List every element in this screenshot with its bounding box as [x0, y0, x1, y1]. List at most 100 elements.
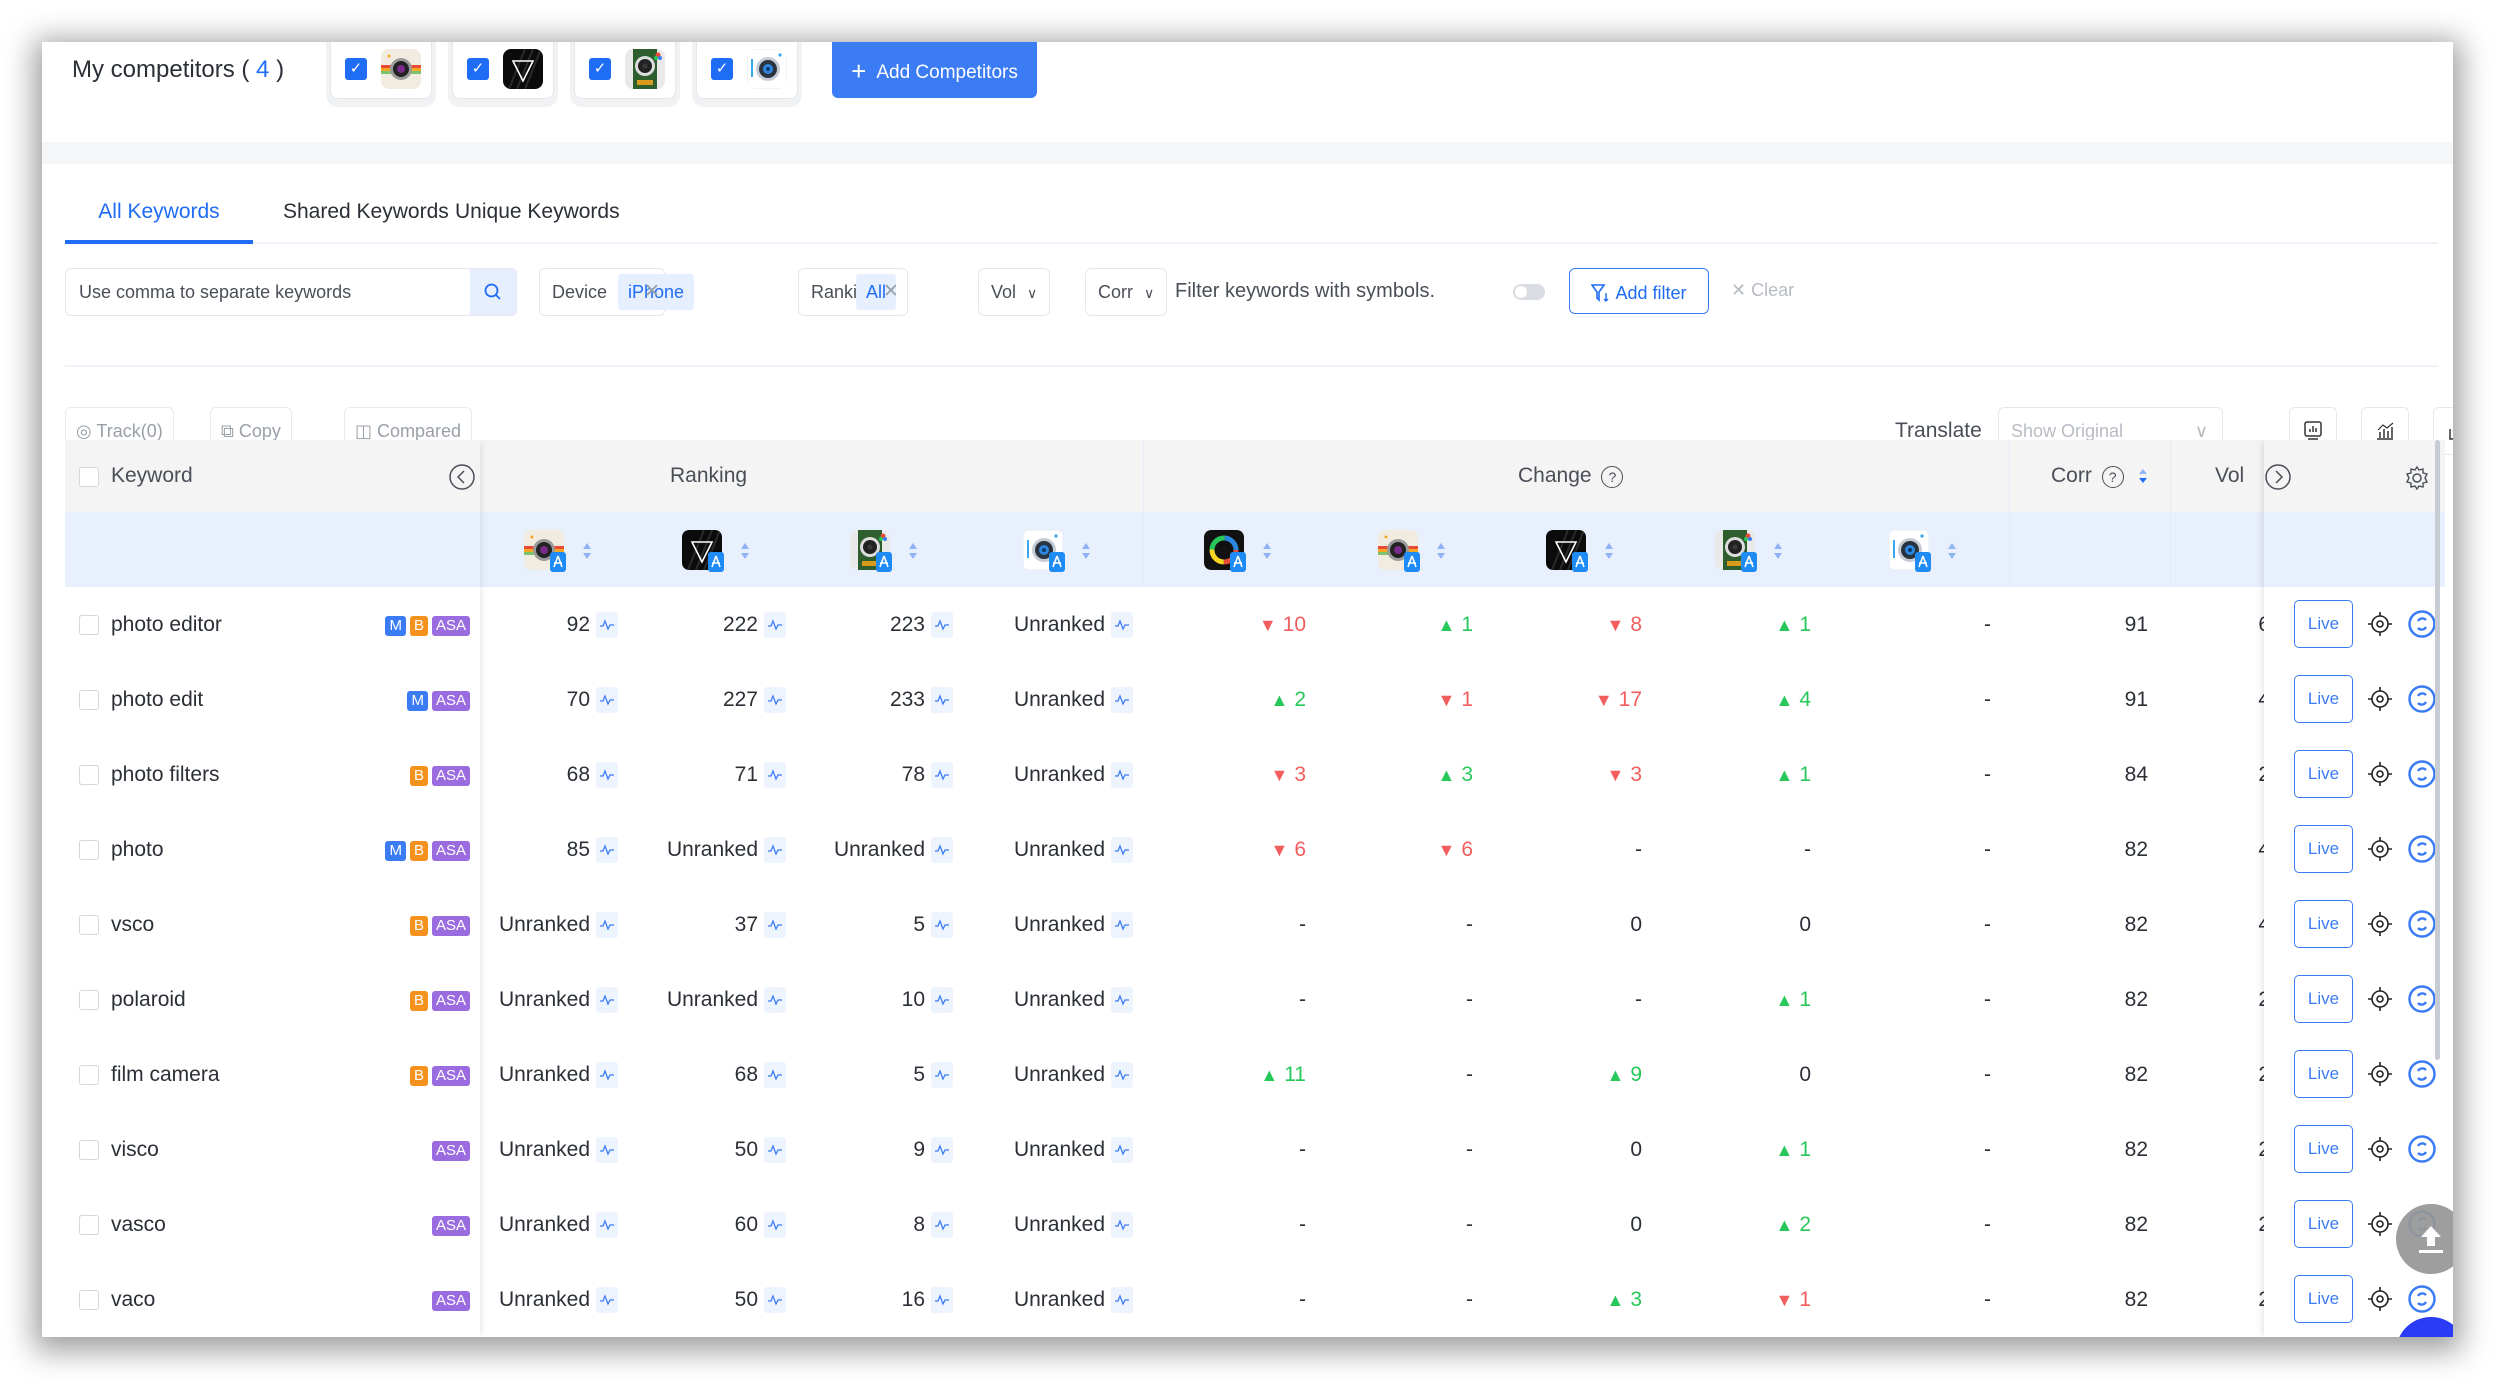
tab-shared-keywords[interactable]: Shared Keywords: [283, 192, 449, 240]
trend-chart-icon[interactable]: [1111, 1287, 1133, 1314]
competitor-checkbox[interactable]: ✓: [711, 58, 733, 80]
trend-chart-icon[interactable]: [764, 687, 786, 714]
trend-chart-icon[interactable]: [596, 612, 618, 639]
select-all-checkbox[interactable]: [79, 467, 99, 487]
table-row[interactable]: photo M B ASA 85 Unranked Unranked Unranked ▼ 6 ▼ 6…: [65, 812, 2445, 889]
track-target-icon[interactable]: [2367, 1211, 2393, 1242]
tab-unique-keywords[interactable]: Unique Keywords: [455, 192, 620, 240]
trend-chart-icon[interactable]: [931, 987, 953, 1014]
trend-chart-icon[interactable]: [596, 1062, 618, 1089]
track-target-icon[interactable]: [2367, 911, 2393, 942]
trend-chart-icon[interactable]: [764, 612, 786, 639]
live-button[interactable]: Live: [2294, 900, 2353, 948]
change-app-header-2[interactable]: [1546, 530, 1616, 574]
trend-chart-icon[interactable]: [931, 612, 953, 639]
trend-chart-icon[interactable]: [764, 1212, 786, 1239]
track-target-icon[interactable]: [2367, 836, 2393, 867]
ranking-filter-chip[interactable]: Ranking All ✕: [798, 268, 908, 316]
table-row[interactable]: photo filters B ASA 68 71 78 Unranked ▼ 3 ▲ 3 ▼ 3 ▲ 1-…: [65, 737, 2445, 814]
table-vertical-scrollbar[interactable]: [2435, 440, 2440, 1060]
trend-chart-icon[interactable]: [764, 912, 786, 939]
change-app-header-1[interactable]: [1378, 530, 1448, 574]
trend-chart-icon[interactable]: [1111, 612, 1133, 639]
collapse-left-icon[interactable]: [448, 463, 476, 491]
keyword-search-input[interactable]: [66, 269, 461, 315]
refresh-icon[interactable]: [2407, 984, 2437, 1019]
device-filter-chip[interactable]: Device iPhone ✕: [539, 268, 695, 316]
trend-chart-icon[interactable]: [931, 762, 953, 789]
table-row[interactable]: photo editor M B ASA 92 222 223 Unranked ▼ 10 ▲ 1 ▼ 8…: [65, 587, 2445, 664]
refresh-icon[interactable]: [2407, 684, 2437, 719]
sort-icon[interactable]: [582, 542, 592, 560]
trend-chart-icon[interactable]: [931, 1062, 953, 1089]
help-icon[interactable]: ?: [1601, 466, 1624, 488]
corr-column-header[interactable]: Corr ?: [2051, 464, 2148, 488]
search-button[interactable]: [470, 269, 516, 315]
trend-chart-icon[interactable]: [1111, 1212, 1133, 1239]
trend-chart-icon[interactable]: [931, 1137, 953, 1164]
trend-chart-icon[interactable]: [764, 1062, 786, 1089]
refresh-icon[interactable]: [2407, 834, 2437, 869]
trend-chart-icon[interactable]: [596, 1137, 618, 1164]
chat-support-button[interactable]: [2396, 1317, 2453, 1337]
ranking-app-header-1[interactable]: [682, 530, 752, 574]
refresh-icon[interactable]: [2407, 609, 2437, 644]
trend-chart-icon[interactable]: [764, 837, 786, 864]
live-button[interactable]: Live: [2294, 825, 2353, 873]
track-target-icon[interactable]: [2367, 686, 2393, 717]
remove-device-filter-icon[interactable]: ✕: [644, 280, 660, 303]
competitor-checkbox[interactable]: ✓: [467, 58, 489, 80]
trend-chart-icon[interactable]: [764, 1287, 786, 1314]
track-target-icon[interactable]: [2367, 761, 2393, 792]
sort-icon[interactable]: [740, 542, 750, 560]
back-to-top-button[interactable]: [2396, 1204, 2453, 1274]
track-target-icon[interactable]: [2367, 1286, 2393, 1317]
ranking-app-header-0[interactable]: [524, 530, 594, 574]
sort-icon[interactable]: [1604, 542, 1614, 560]
help-icon[interactable]: ?: [2101, 466, 2124, 488]
trend-chart-icon[interactable]: [596, 1212, 618, 1239]
sort-icon[interactable]: [1947, 542, 1957, 560]
corr-dropdown[interactable]: Corr ∨: [1085, 268, 1168, 316]
sort-icon[interactable]: [1081, 542, 1091, 560]
trend-chart-icon[interactable]: [1111, 1137, 1133, 1164]
trend-chart-icon[interactable]: [931, 687, 953, 714]
trend-chart-icon[interactable]: [1111, 687, 1133, 714]
trend-chart-icon[interactable]: [931, 912, 953, 939]
sort-icon[interactable]: [908, 542, 918, 560]
live-button[interactable]: Live: [2294, 675, 2353, 723]
filter-symbols-toggle[interactable]: [1513, 284, 1545, 300]
trend-chart-icon[interactable]: [596, 687, 618, 714]
table-row[interactable]: film camera B ASA Unranked 68 5 Unranked ▲ 11- ▲ 9…: [65, 1037, 2445, 1114]
track-target-icon[interactable]: [2367, 986, 2393, 1017]
trend-chart-icon[interactable]: [596, 987, 618, 1014]
competitor-card-4[interactable]: ✓: [696, 42, 798, 99]
table-row[interactable]: polaroid B ASA Unranked Unranked 10 Unranked - -…: [65, 962, 2445, 1039]
refresh-icon[interactable]: [2407, 1059, 2437, 1094]
competitor-card-1[interactable]: ✓: [330, 42, 432, 99]
table-row[interactable]: vacoASAUnranked5016Unranked--▲3▼1-822: [65, 1262, 2445, 1337]
table-row[interactable]: vascoASAUnranked608Unranked--0▲2-822: [65, 1187, 2445, 1264]
refresh-icon[interactable]: [2407, 1134, 2437, 1169]
trend-chart-icon[interactable]: [764, 1137, 786, 1164]
live-button[interactable]: Live: [2294, 1050, 2353, 1098]
trend-chart-icon[interactable]: [596, 1287, 618, 1314]
competitor-card-2[interactable]: ✓: [452, 42, 554, 99]
ranking-app-header-3[interactable]: [1023, 530, 1093, 574]
track-target-icon[interactable]: [2367, 611, 2393, 642]
settings-gear-icon[interactable]: [2404, 465, 2430, 491]
trend-chart-icon[interactable]: [764, 762, 786, 789]
clear-filters-button[interactable]: ✕ Clear: [1731, 280, 1794, 301]
live-button[interactable]: Live: [2294, 1125, 2353, 1173]
ranking-app-header-2[interactable]: [850, 530, 920, 574]
live-button[interactable]: Live: [2294, 1275, 2353, 1323]
trend-chart-icon[interactable]: [596, 762, 618, 789]
trend-chart-icon[interactable]: [1111, 837, 1133, 864]
competitor-checkbox[interactable]: ✓: [345, 58, 367, 80]
live-button[interactable]: Live: [2294, 975, 2353, 1023]
change-app-header-4[interactable]: [1889, 530, 1959, 574]
table-row[interactable]: photo edit M ASA 70 227 233 Unranked ▲ 2 ▼ 1 ▼ 17 ▲ 4-…: [65, 662, 2445, 739]
refresh-icon[interactable]: [2407, 1284, 2437, 1319]
trend-chart-icon[interactable]: [764, 987, 786, 1014]
trend-chart-icon[interactable]: [596, 837, 618, 864]
